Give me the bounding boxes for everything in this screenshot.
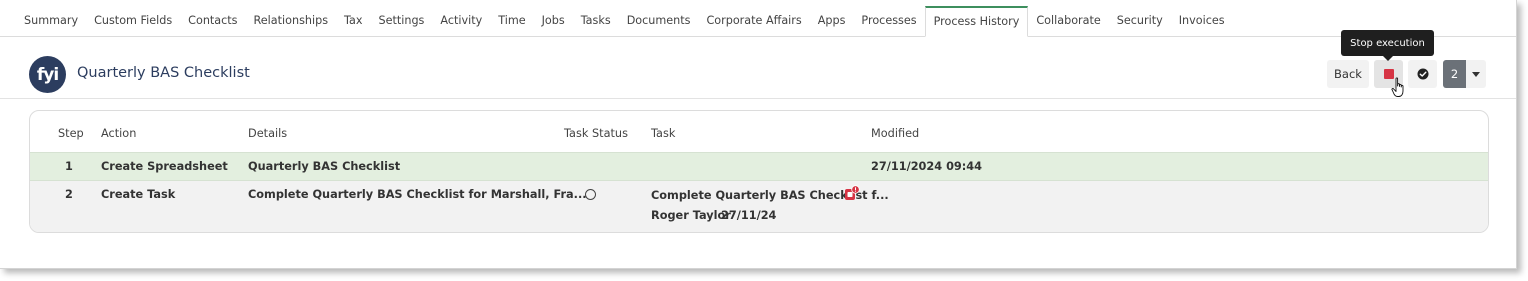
task-date: 27/11/24 <box>721 209 777 222</box>
action-cell: Create Task <box>101 188 176 201</box>
caret-down-icon <box>1472 71 1480 77</box>
process-header: fyi Quarterly BAS Checklist Back 2 <box>0 38 1516 99</box>
step-number: 2 <box>65 188 73 201</box>
tab-documents[interactable]: Documents <box>619 6 699 36</box>
complete-button[interactable] <box>1408 60 1437 88</box>
col-header-task-status: Task Status <box>564 127 628 140</box>
task-alert-icon[interactable] <box>844 185 860 201</box>
tab-relationships[interactable]: Relationships <box>246 6 337 36</box>
tab-tax[interactable]: Tax <box>336 6 370 36</box>
tab-settings[interactable]: Settings <box>371 6 433 36</box>
action-cell: Create Spreadsheet <box>101 160 228 173</box>
col-header-action: Action <box>101 127 137 140</box>
tab-activity[interactable]: Activity <box>432 6 490 36</box>
count-button[interactable]: 2 <box>1443 60 1466 88</box>
hand-cursor-icon <box>1391 77 1404 97</box>
stop-execution-tooltip: Stop execution <box>1341 30 1434 61</box>
col-header-task: Task <box>651 127 676 140</box>
tab-corporate-affairs[interactable]: Corporate Affairs <box>698 6 809 36</box>
tab-apps[interactable]: Apps <box>810 6 854 36</box>
step-number: 1 <box>65 160 73 173</box>
open-circle-icon <box>585 189 596 200</box>
fyi-logo: fyi <box>29 56 66 93</box>
col-header-step: Step <box>58 127 84 140</box>
col-header-details: Details <box>248 127 288 140</box>
details-cell: Quarterly BAS Checklist <box>248 160 401 173</box>
process-history-table: Step Action Details Task Status Task Mod… <box>29 110 1489 233</box>
tab-time[interactable]: Time <box>490 6 533 36</box>
dropdown-toggle[interactable] <box>1466 60 1486 88</box>
tab-jobs[interactable]: Jobs <box>534 6 573 36</box>
back-button[interactable]: Back <box>1327 60 1369 88</box>
tab-collaborate[interactable]: Collaborate <box>1028 6 1108 36</box>
tab-processes[interactable]: Processes <box>853 6 924 36</box>
app-window: Summary Custom Fields Contacts Relations… <box>0 0 1517 269</box>
table-row[interactable]: 2 Create Task Complete Quarterly BAS Che… <box>30 181 1488 232</box>
check-circle-icon <box>1417 68 1428 80</box>
tab-invoices[interactable]: Invoices <box>1171 6 1233 36</box>
tab-summary[interactable]: Summary <box>16 6 86 36</box>
task-assignee: Roger Taylor <box>651 209 731 222</box>
tab-custom-fields[interactable]: Custom Fields <box>86 6 180 36</box>
col-header-modified: Modified <box>871 127 920 140</box>
details-cell: Complete Quarterly BAS Checklist for Mar… <box>248 188 587 201</box>
table-row[interactable]: 1 Create Spreadsheet Quarterly BAS Check… <box>30 152 1488 181</box>
tab-process-history[interactable]: Process History <box>924 6 1029 37</box>
modified-cell: 27/11/2024 09:44 <box>871 160 983 173</box>
tab-security[interactable]: Security <box>1109 6 1171 36</box>
tab-bar: Summary Custom Fields Contacts Relations… <box>0 0 1516 37</box>
page-title: Quarterly BAS Checklist <box>77 65 250 81</box>
tab-tasks[interactable]: Tasks <box>573 6 619 36</box>
tab-contacts[interactable]: Contacts <box>180 6 245 36</box>
